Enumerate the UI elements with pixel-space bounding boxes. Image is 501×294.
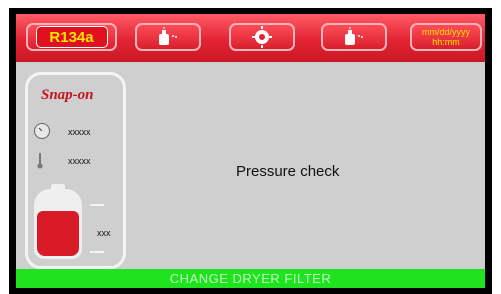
datetime-button[interactable]: mm/dd/yyyy hh:mm — [410, 23, 482, 51]
screen: R134a mm/dd/yyyy hh:mm Snap-on xxxxx xxx… — [16, 14, 485, 288]
fan-icon — [252, 26, 272, 48]
time-text: hh:mm — [432, 37, 460, 47]
pressure-value: xxxxx — [68, 127, 91, 137]
date-text: mm/dd/yyyy — [421, 27, 470, 37]
tank-scale-tick — [90, 251, 104, 253]
tank-scale-tick — [90, 204, 104, 206]
status-side-panel: Snap-on xxxxx xxxxx xxx — [25, 72, 126, 269]
status-bar: CHANGE DRYER FILTER — [16, 269, 485, 288]
refrigerant-label: R134a — [35, 26, 108, 48]
tank-valve-icon — [159, 27, 177, 45]
top-bar: R134a mm/dd/yyyy hh:mm — [16, 14, 485, 62]
fan-button[interactable] — [229, 23, 295, 51]
tank-button-1[interactable] — [135, 23, 201, 51]
refrigerant-button[interactable]: R134a — [26, 23, 117, 51]
tank-button-2[interactable] — [321, 23, 387, 51]
tank-value: xxx — [97, 228, 111, 238]
tank-level-fill — [37, 211, 79, 256]
main-message: Pressure check — [236, 163, 340, 180]
brand-logo: Snap-on — [41, 87, 94, 103]
refrigerant-tank-icon — [34, 189, 82, 259]
pressure-gauge-icon — [34, 123, 50, 139]
tank-valve-icon — [345, 27, 363, 45]
thermometer-icon — [37, 153, 43, 169]
temperature-value: xxxxx — [68, 156, 91, 166]
